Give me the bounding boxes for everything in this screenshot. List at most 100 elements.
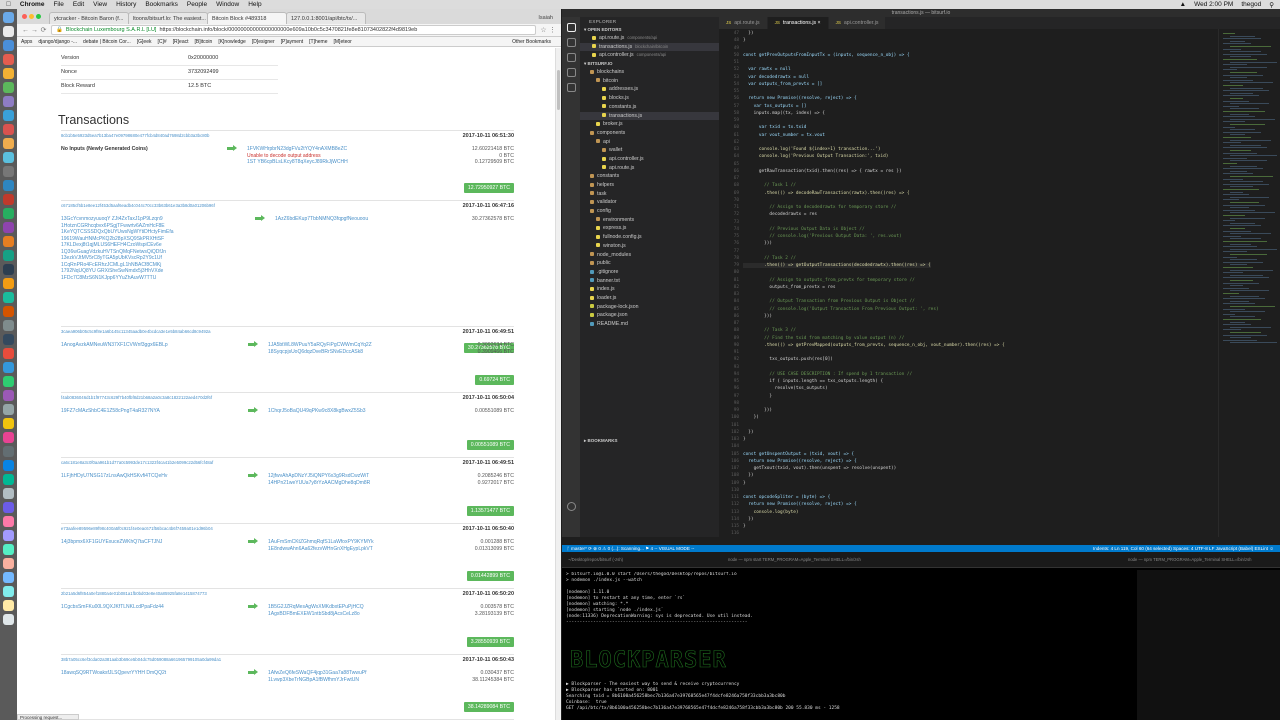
output-address[interactable]: 1ST YB6cpBLsLKcy8T8qXeycJ89RkJjWCHH bbox=[247, 159, 348, 166]
code-line[interactable]: resolve(txs_outputs) bbox=[743, 386, 828, 391]
debug-icon[interactable] bbox=[566, 68, 576, 77]
output-address[interactable]: 1E8ndwwAhn6Aa62fezvWHnGnXHgEypLpkVT bbox=[268, 546, 373, 553]
project-header[interactable]: ▾ BITSURF.IO bbox=[580, 60, 719, 68]
bookmarks-header[interactable]: ▸ BOOKMARKS bbox=[580, 437, 719, 445]
code-line[interactable]: }) bbox=[743, 473, 753, 478]
menu-app-name[interactable]: Chrome bbox=[20, 1, 45, 8]
code-line[interactable]: // Assign to outputs_from_prevtx for tem… bbox=[743, 278, 914, 283]
bookmark-item[interactable]: [M]eteor bbox=[334, 39, 352, 45]
code-line[interactable]: // Task 2 // bbox=[743, 256, 796, 261]
dock-app-icon[interactable] bbox=[3, 152, 14, 163]
dock-app-icon[interactable] bbox=[3, 558, 14, 569]
bookmark-item[interactable]: [D]esigner bbox=[252, 39, 275, 45]
menu-bookmarks[interactable]: Bookmarks bbox=[145, 1, 178, 8]
dock-app-icon[interactable] bbox=[3, 586, 14, 597]
dock-app-icon[interactable] bbox=[3, 600, 14, 611]
file-item[interactable]: package-lock.json bbox=[580, 303, 719, 312]
code-line[interactable]: // Output Transaction from Previous Outp… bbox=[743, 299, 914, 304]
open-editor-item[interactable]: api.controller.js components/api bbox=[580, 51, 719, 60]
code-area[interactable]: })} const getPrevOutputsFromInputTx = (in… bbox=[743, 29, 1213, 537]
dock-app-icon[interactable] bbox=[3, 530, 14, 541]
code-editor[interactable]: 47 48 49 50 51 52 53 54 55 56 57 58 59 60 61 62 63 64 65 66… bbox=[719, 29, 1280, 537]
menu-icon[interactable]: ⋮ bbox=[548, 26, 557, 34]
browser-tab[interactable]: 127.0.0.1:8001/api/btc/tx/... bbox=[286, 12, 366, 24]
source-control-icon[interactable] bbox=[566, 53, 576, 62]
dock-app-icon[interactable] bbox=[3, 194, 14, 205]
open-editor-item[interactable]: transactions.js blockchain/bitcoin bbox=[580, 42, 719, 52]
code-line[interactable]: } bbox=[743, 437, 746, 442]
input-address[interactable]: 1AnogAvzkAMNeuWN37XF1CVWnf3ggx6EBLp bbox=[61, 342, 168, 349]
code-line[interactable]: var outputs_from_prevtx = [] bbox=[743, 82, 822, 87]
dock-app-icon[interactable] bbox=[3, 320, 14, 331]
code-line[interactable]: }) bbox=[743, 415, 759, 420]
menubar-user[interactable]: thegod bbox=[1241, 1, 1261, 9]
dock-app-icon[interactable] bbox=[3, 82, 14, 93]
gear-icon[interactable] bbox=[566, 502, 576, 511]
transaction-hash[interactable]: 38b7a05cc6ef3cda02a381aab3b69ce5b04dc75d… bbox=[61, 657, 221, 662]
code-line[interactable]: }) bbox=[743, 31, 753, 36]
dock-app-icon[interactable] bbox=[3, 236, 14, 247]
transaction-hash[interactable]: 8cb1b5e5923d5ea7b13ba47e09798680e477fcb4… bbox=[61, 133, 209, 138]
code-line[interactable]: // Task 3 // bbox=[743, 328, 796, 333]
dock-app-icon[interactable] bbox=[3, 488, 14, 499]
file-item[interactable]: README.md bbox=[580, 320, 719, 329]
file-item[interactable]: addresses.js bbox=[580, 85, 719, 94]
code-line[interactable]: inputs.map((tx, index) => { bbox=[743, 111, 825, 116]
dock-app-icon[interactable] bbox=[3, 404, 14, 415]
menu-window[interactable]: Window bbox=[216, 1, 239, 8]
transaction-hash[interactable]: e73aafee89596e89f98c400a5f0c921f4e0eac67… bbox=[61, 526, 213, 531]
dock-app-icon[interactable] bbox=[3, 264, 14, 275]
dock-app-icon[interactable] bbox=[3, 348, 14, 359]
file-item[interactable]: package.json bbox=[580, 311, 719, 320]
file-item[interactable]: blocks.js bbox=[580, 94, 719, 103]
folder-item[interactable]: task bbox=[580, 190, 719, 199]
search-icon[interactable]: ⚲ bbox=[1269, 1, 1274, 9]
code-line[interactable]: // console.log('Output Transaction From … bbox=[743, 307, 938, 312]
transaction-hash[interactable]: c67185cf5b1e8ee12f453d5aaf6eadb4c044c70c… bbox=[61, 203, 215, 208]
dock-app-icon[interactable] bbox=[3, 460, 14, 471]
bookmark-item[interactable]: debate | Bitcoin Cor... bbox=[83, 39, 131, 45]
code-line[interactable]: outputs_from_prevtx = res bbox=[743, 285, 835, 290]
dock-app-icon[interactable] bbox=[3, 362, 14, 373]
code-line[interactable]: console.log('Found ${index+1} transactio… bbox=[743, 147, 881, 152]
dock-app-icon[interactable] bbox=[3, 96, 14, 107]
input-address[interactable]: 1FDc7C8MzS6N1KJpp6YYuZhAuvW7TTU bbox=[61, 275, 156, 282]
code-line[interactable]: // Find the txid from matching by value … bbox=[743, 336, 904, 341]
input-address[interactable]: 1LFjhHDyU7NSG17zLnsAwQkHSKvfi4TCQeHv bbox=[61, 473, 167, 480]
extensions-icon[interactable] bbox=[566, 83, 576, 92]
code-line[interactable]: })) bbox=[743, 241, 772, 246]
search-icon[interactable] bbox=[566, 38, 576, 47]
folder-item[interactable]: wallet bbox=[580, 146, 719, 155]
output-address[interactable]: 14HPn21weYUUa7y8rYzAACMgDhe8qDm8R bbox=[268, 480, 370, 487]
code-line[interactable]: // console.log('Previous Output Data: ',… bbox=[743, 234, 901, 239]
status-left[interactable]: ᚴ master* ⟳ ⊗ 0 ⚠ 0 (...): Scanning... ⚑… bbox=[562, 545, 694, 552]
file-item[interactable]: loader.js bbox=[580, 294, 719, 303]
terminal-tab[interactable]: ~/Desktop/repos/bitsurf (-zsh) bbox=[562, 552, 722, 567]
code-line[interactable]: return new Promise((resolve, reject) => … bbox=[743, 502, 856, 507]
code-line[interactable]: // Task 1 // bbox=[743, 183, 796, 188]
editor-tab[interactable]: JS api.route.js bbox=[719, 17, 768, 29]
bookmark-item[interactable]: django/django -... bbox=[38, 39, 77, 45]
code-line[interactable]: } bbox=[743, 524, 746, 529]
dock-app-icon[interactable] bbox=[3, 614, 14, 625]
apps-shortcut[interactable]: Apps bbox=[21, 39, 32, 45]
output-address[interactable]: 1AzZ6bdEKup7TbbNMNQ3fqpgfNeouoou bbox=[275, 216, 368, 223]
code-line[interactable]: }) bbox=[743, 517, 753, 522]
browser-tab[interactable]: ytcracker - Bitcoin Baron (f... bbox=[49, 12, 129, 24]
code-line[interactable]: getTxout(txid, vout).then(unspent => res… bbox=[743, 466, 897, 471]
page-scrollbar[interactable] bbox=[555, 48, 561, 720]
file-item[interactable]: fullnode.config.js bbox=[580, 233, 719, 242]
dock-app-icon[interactable] bbox=[3, 278, 14, 289]
code-line[interactable]: if ( inputs.length == txs_outputs.length… bbox=[743, 379, 883, 384]
code-line[interactable]: } bbox=[743, 38, 746, 43]
browser-tab[interactable]: ltoons/bitsurf.lo: The easiest... bbox=[128, 12, 208, 24]
code-line[interactable]: const opcodeSpliter = (byte) => { bbox=[743, 495, 830, 500]
open-editor-item[interactable]: api.route.js components/api bbox=[580, 34, 719, 43]
code-line[interactable]: console.log('Previous Output Transaction… bbox=[743, 154, 889, 159]
open-editors-header[interactable]: ▾ OPEN EDITORS bbox=[580, 26, 719, 34]
folder-item[interactable]: components bbox=[580, 129, 719, 138]
folder-item[interactable]: api bbox=[580, 138, 719, 147]
folder-item[interactable]: config bbox=[580, 207, 719, 216]
output-address[interactable]: 1AgxBDFBmEXEW1ntbSbd8jAcsCeLz8o bbox=[268, 611, 360, 618]
dock-app-icon[interactable] bbox=[3, 138, 14, 149]
